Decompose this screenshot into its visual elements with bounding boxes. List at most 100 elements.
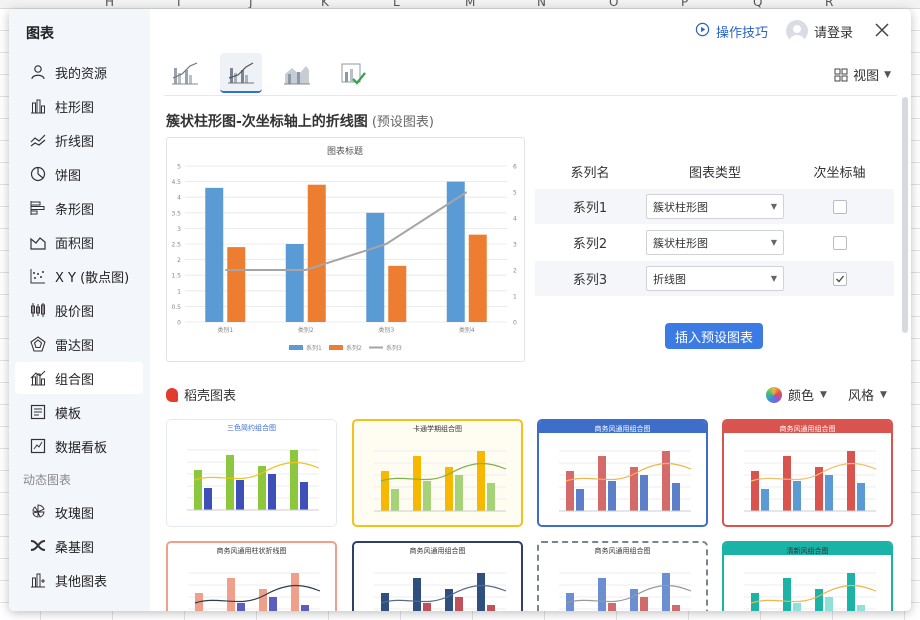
combo-chart-icon: [29, 369, 47, 387]
sidebar-item-other-chart[interactable]: 其他图表: [15, 564, 143, 596]
tab-combo-custom[interactable]: [332, 53, 374, 93]
y2-tick-label: 4: [513, 216, 517, 223]
play-circle-icon: [695, 22, 710, 41]
chart-preview: 图表标题 0 0.5 1 1.5 2 2.5 3 3.5 4 4.5 5 0 1 2 3 4 5 6 类别1 类别2 类别…: [166, 137, 525, 362]
sidebar-item-label: 柱形图: [55, 100, 95, 116]
column-letter: H: [105, 0, 115, 9]
scatter-chart-icon: [29, 267, 47, 285]
login-label: 请登录: [813, 25, 853, 41]
sidebar-item-scatter-chart[interactable]: X Y (散点图): [15, 260, 143, 292]
sidebar-item-label: 股价图: [55, 304, 95, 320]
column-letter: M: [465, 0, 476, 9]
avatar: [785, 20, 808, 42]
chart-type-select[interactable]: 簇状柱形图 ▼: [646, 194, 784, 219]
column-letter: R: [825, 0, 834, 9]
chart-template-thumbnail[interactable]: 商务风通用柱状折线图: [166, 541, 337, 611]
x-tick-label: 类别2: [298, 326, 314, 334]
chart-type-select[interactable]: 折线图 ▼: [646, 266, 784, 291]
chart-template-thumbnail[interactable]: 商务风通用组合图: [722, 419, 893, 527]
docer-logo-icon: [166, 387, 178, 402]
sidebar-item-template[interactable]: 模板: [15, 396, 143, 428]
login-button[interactable]: 请登录: [785, 20, 853, 42]
checkmark-icon: [835, 275, 844, 282]
sidebar-item-bar-chart[interactable]: 条形图: [15, 192, 143, 224]
sidebar-item-stock-chart[interactable]: 股价图: [15, 294, 143, 326]
secondary-axis-cell: [785, 271, 894, 286]
chart-template-thumbnail[interactable]: 卡通学期组合图: [352, 419, 523, 527]
close-icon[interactable]: [871, 19, 893, 43]
series-name-cell: 系列1: [572, 201, 608, 216]
secondary-axis-checkbox[interactable]: [832, 199, 847, 214]
chart-type-select[interactable]: 簇状柱形图 ▼: [646, 230, 784, 255]
chart-template-thumbnail[interactable]: 清新风组合图: [722, 541, 893, 611]
tab-combo-secondary-line[interactable]: [220, 53, 262, 93]
x-tick-label: 类别3: [378, 326, 394, 334]
thumbnail-title: 商务风通用组合图: [594, 547, 651, 555]
scrollbar[interactable]: [902, 97, 908, 333]
template-icon: [29, 403, 47, 421]
chart-template-thumbnail[interactable]: 商务风通用组合图: [537, 541, 708, 611]
legend-label: 系列2: [346, 344, 362, 352]
tab-combo-area-bar[interactable]: [276, 53, 318, 93]
table-row: 系列3 折线图 ▼: [535, 261, 894, 297]
user-icon: [29, 63, 47, 81]
column-letter: L: [393, 0, 400, 9]
thumbnail-title: 商务风通用组合图: [594, 425, 651, 433]
sidebar-item-pie-chart[interactable]: 饼图: [15, 158, 143, 190]
insert-preset-button[interactable]: 插入预设图表: [665, 323, 763, 349]
combo-chart-custom-icon: [341, 63, 366, 85]
sidebar-item-label: 折线图: [55, 134, 95, 150]
legend-swatch: [289, 345, 303, 350]
other-chart-icon: [29, 571, 47, 589]
sidebar-item-line-chart[interactable]: 折线图: [15, 124, 143, 156]
chevron-down-icon: ▼: [770, 202, 777, 211]
y-tick-label: 5: [177, 164, 181, 171]
sidebar-item-user[interactable]: 我的资源: [15, 56, 143, 88]
sidebar-item-sankey-chart[interactable]: 桑基图: [15, 530, 143, 562]
series-name-cell: 系列3: [572, 273, 608, 288]
line-chart-icon: [29, 131, 47, 149]
secondary-axis-cell: [785, 235, 894, 250]
chart-template-thumbnail[interactable]: 三色简约组合图: [166, 419, 337, 527]
y-tick-label: 3.5: [171, 210, 181, 217]
legend-swatch: [329, 345, 343, 350]
style-dropdown[interactable]: 风格 ▼: [848, 385, 887, 404]
chart-template-thumbnail[interactable]: 商务风通用组合图: [537, 419, 708, 527]
color-wheel-icon: [766, 386, 782, 403]
column-letter: O: [609, 0, 619, 9]
sidebar-item-dashboard[interactable]: 数据看板: [15, 430, 143, 462]
sidebar-item-area-chart[interactable]: 面积图: [15, 226, 143, 258]
secondary-axis-checkbox[interactable]: [832, 271, 847, 286]
y-tick-label: 4: [177, 195, 181, 202]
sidebar-item-label: 我的资源: [55, 66, 108, 82]
thumbnail-mini-chart: [744, 572, 877, 611]
chart-type-value: 折线图: [653, 272, 686, 286]
color-dropdown[interactable]: 颜色 ▼: [766, 385, 827, 404]
top-actions: 操作技巧 请登录: [695, 19, 893, 43]
column-letter: I: [177, 0, 181, 9]
sidebar-item-radar-chart[interactable]: 雷达图: [15, 328, 143, 360]
sidebar-item-label: X Y (散点图): [55, 270, 130, 286]
y2-tick-label: 6: [513, 164, 517, 171]
chart-template-thumbnail[interactable]: 商务风通用组合图: [352, 541, 523, 611]
sidebar-group-label: 动态图表: [23, 473, 72, 487]
sidebar-item-rose-chart[interactable]: 玫瑰图: [15, 496, 143, 528]
thumbnail-mini-chart: [744, 450, 877, 512]
chevron-down-icon: ▼: [880, 389, 887, 400]
y2-tick-label: 3: [513, 242, 517, 249]
thumbnail-title: 商务风通用组合图: [779, 425, 836, 433]
thumbnail-mini-chart: [559, 572, 692, 611]
color-label: 颜色: [788, 389, 815, 404]
thumbnail-mini-chart: [374, 450, 507, 512]
table-row: 系列1 簇状柱形图 ▼: [535, 189, 894, 225]
secondary-axis-checkbox[interactable]: [832, 235, 847, 250]
bar-系列2: [468, 234, 487, 322]
sidebar-title: 图表: [26, 26, 54, 42]
y-tick-label: 2: [177, 257, 181, 264]
tab-combo-clustered-line[interactable]: [164, 53, 206, 93]
sidebar-item-column-chart[interactable]: 柱形图: [15, 90, 143, 122]
sidebar-item-combo-chart[interactable]: 组合图: [15, 362, 143, 394]
view-dropdown[interactable]: 视图 ▼: [834, 65, 891, 84]
chevron-down-icon: ▼: [884, 69, 891, 80]
tips-link[interactable]: 操作技巧: [695, 22, 768, 41]
